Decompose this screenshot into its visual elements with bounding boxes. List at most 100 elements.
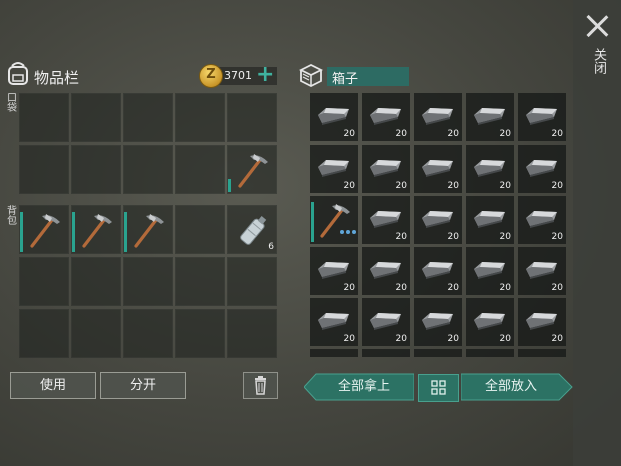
- box-slot[interactable]: 20: [362, 93, 410, 141]
- iron-ingot-icon: [474, 211, 505, 228]
- item-quantity: 20: [343, 129, 355, 139]
- box-slot[interactable]: 20: [518, 247, 566, 295]
- box-slot[interactable]: 20: [362, 145, 410, 193]
- box-slot[interactable]: 20: [362, 247, 410, 295]
- box-title: 箱子: [332, 72, 359, 87]
- item-quantity: 20: [551, 129, 563, 139]
- pocket-slot[interactable]: [123, 145, 173, 194]
- item-quantity: 20: [447, 232, 459, 242]
- item-quantity: 20: [499, 181, 511, 191]
- item-quantity: 20: [447, 334, 459, 344]
- pocket-slot[interactable]: [227, 145, 277, 194]
- box-slot[interactable]: 20: [310, 247, 358, 295]
- item-quantity: 20: [343, 334, 355, 344]
- item-quantity: 20: [551, 181, 563, 191]
- box-slot[interactable]: 20: [518, 196, 566, 244]
- backpack-slot[interactable]: [175, 205, 225, 254]
- sort-button[interactable]: [418, 374, 459, 402]
- put-all-button[interactable]: 全部放入: [462, 374, 560, 400]
- item-quantity: 20: [447, 283, 459, 293]
- charge-dots: [340, 219, 358, 238]
- add-coins-button[interactable]: +: [256, 64, 274, 86]
- box-slot[interactable]: 20: [518, 145, 566, 193]
- iron-ingot-icon: [370, 108, 401, 125]
- coin-amount: 3701: [224, 69, 252, 82]
- backpack-slot[interactable]: [71, 257, 121, 306]
- box-slot[interactable]: 20: [466, 298, 514, 346]
- pocket-slot[interactable]: [19, 93, 69, 142]
- backpack-slot[interactable]: [227, 257, 277, 306]
- item-quantity: 20: [447, 181, 459, 191]
- item-quantity: 20: [499, 129, 511, 139]
- box-slot[interactable]: 20: [414, 145, 462, 193]
- item-quantity: 20: [395, 283, 407, 293]
- box-slot[interactable]: 20: [518, 93, 566, 141]
- backpack-slot[interactable]: [175, 257, 225, 306]
- durability-bar: [72, 212, 75, 252]
- backpack-slot[interactable]: [123, 257, 173, 306]
- storage-box-icon: [298, 63, 324, 88]
- backpack-slot[interactable]: [175, 309, 225, 358]
- grid-icon: [431, 380, 446, 395]
- take-all-button[interactable]: 全部拿上: [316, 374, 412, 400]
- box-slot[interactable]: 20: [414, 93, 462, 141]
- backpack-slot[interactable]: [71, 309, 121, 358]
- close-icon[interactable]: [585, 14, 609, 38]
- trash-icon: [255, 376, 266, 395]
- box-slot[interactable]: 20: [414, 298, 462, 346]
- backpack-slot[interactable]: [19, 257, 69, 306]
- item-quantity: 6: [268, 242, 274, 252]
- durability-bar: [124, 212, 127, 252]
- item-quantity: 20: [343, 283, 355, 293]
- box-slot[interactable]: 20: [362, 298, 410, 346]
- box-slot[interactable]: 20: [466, 247, 514, 295]
- box-slot-partial: [362, 349, 410, 357]
- backpack-slot[interactable]: [227, 309, 277, 358]
- pocket-slot[interactable]: [71, 93, 121, 142]
- box-slot[interactable]: 20: [414, 247, 462, 295]
- iron-ingot-icon: [526, 108, 557, 125]
- pocket-label: 口袋: [7, 93, 17, 114]
- backpack-slot[interactable]: [123, 309, 173, 358]
- pocket-slot[interactable]: [227, 93, 277, 142]
- trash-button[interactable]: [243, 372, 278, 399]
- backpack-slot[interactable]: 6: [227, 205, 277, 254]
- water-bottle-icon: [240, 216, 267, 245]
- split-button[interactable]: 分开: [100, 372, 186, 399]
- box-slot[interactable]: 20: [362, 196, 410, 244]
- iron-ingot-icon: [370, 211, 401, 228]
- box-slot[interactable]: 20: [310, 145, 358, 193]
- pickaxe-icon: [82, 213, 112, 248]
- pocket-slot[interactable]: [71, 145, 121, 194]
- item-quantity: 20: [395, 334, 407, 344]
- box-slot[interactable]: [310, 196, 358, 244]
- use-button[interactable]: 使用: [10, 372, 96, 399]
- pickaxe-icon: [30, 213, 60, 248]
- close-label[interactable]: 关闭: [589, 48, 606, 74]
- box-slot[interactable]: 20: [518, 298, 566, 346]
- item-quantity: 20: [551, 283, 563, 293]
- item-quantity: 20: [551, 232, 563, 242]
- box-slot[interactable]: 20: [466, 196, 514, 244]
- pocket-slot[interactable]: [19, 145, 69, 194]
- backpack-slot[interactable]: [19, 309, 69, 358]
- backpack-slot[interactable]: [19, 205, 69, 254]
- pocket-slot[interactable]: [175, 93, 225, 142]
- coin-icon: Z: [199, 64, 223, 88]
- backpack-slot[interactable]: [71, 205, 121, 254]
- box-slot[interactable]: 20: [414, 196, 462, 244]
- box-slot[interactable]: 20: [466, 145, 514, 193]
- box-slot[interactable]: 20: [466, 93, 514, 141]
- item-quantity: 20: [499, 334, 511, 344]
- box-slot[interactable]: 20: [310, 298, 358, 346]
- box-slot[interactable]: 20: [310, 93, 358, 141]
- backpack-slot[interactable]: [123, 205, 173, 254]
- iron-ingot-icon: [422, 313, 453, 330]
- iron-ingot-icon: [422, 262, 453, 279]
- iron-ingot-icon: [422, 108, 453, 125]
- pocket-slot[interactable]: [175, 145, 225, 194]
- box-slot-partial: [310, 349, 358, 357]
- box-slot-partial: [518, 349, 566, 357]
- pocket-slot[interactable]: [123, 93, 173, 142]
- iron-ingot-icon: [422, 160, 453, 177]
